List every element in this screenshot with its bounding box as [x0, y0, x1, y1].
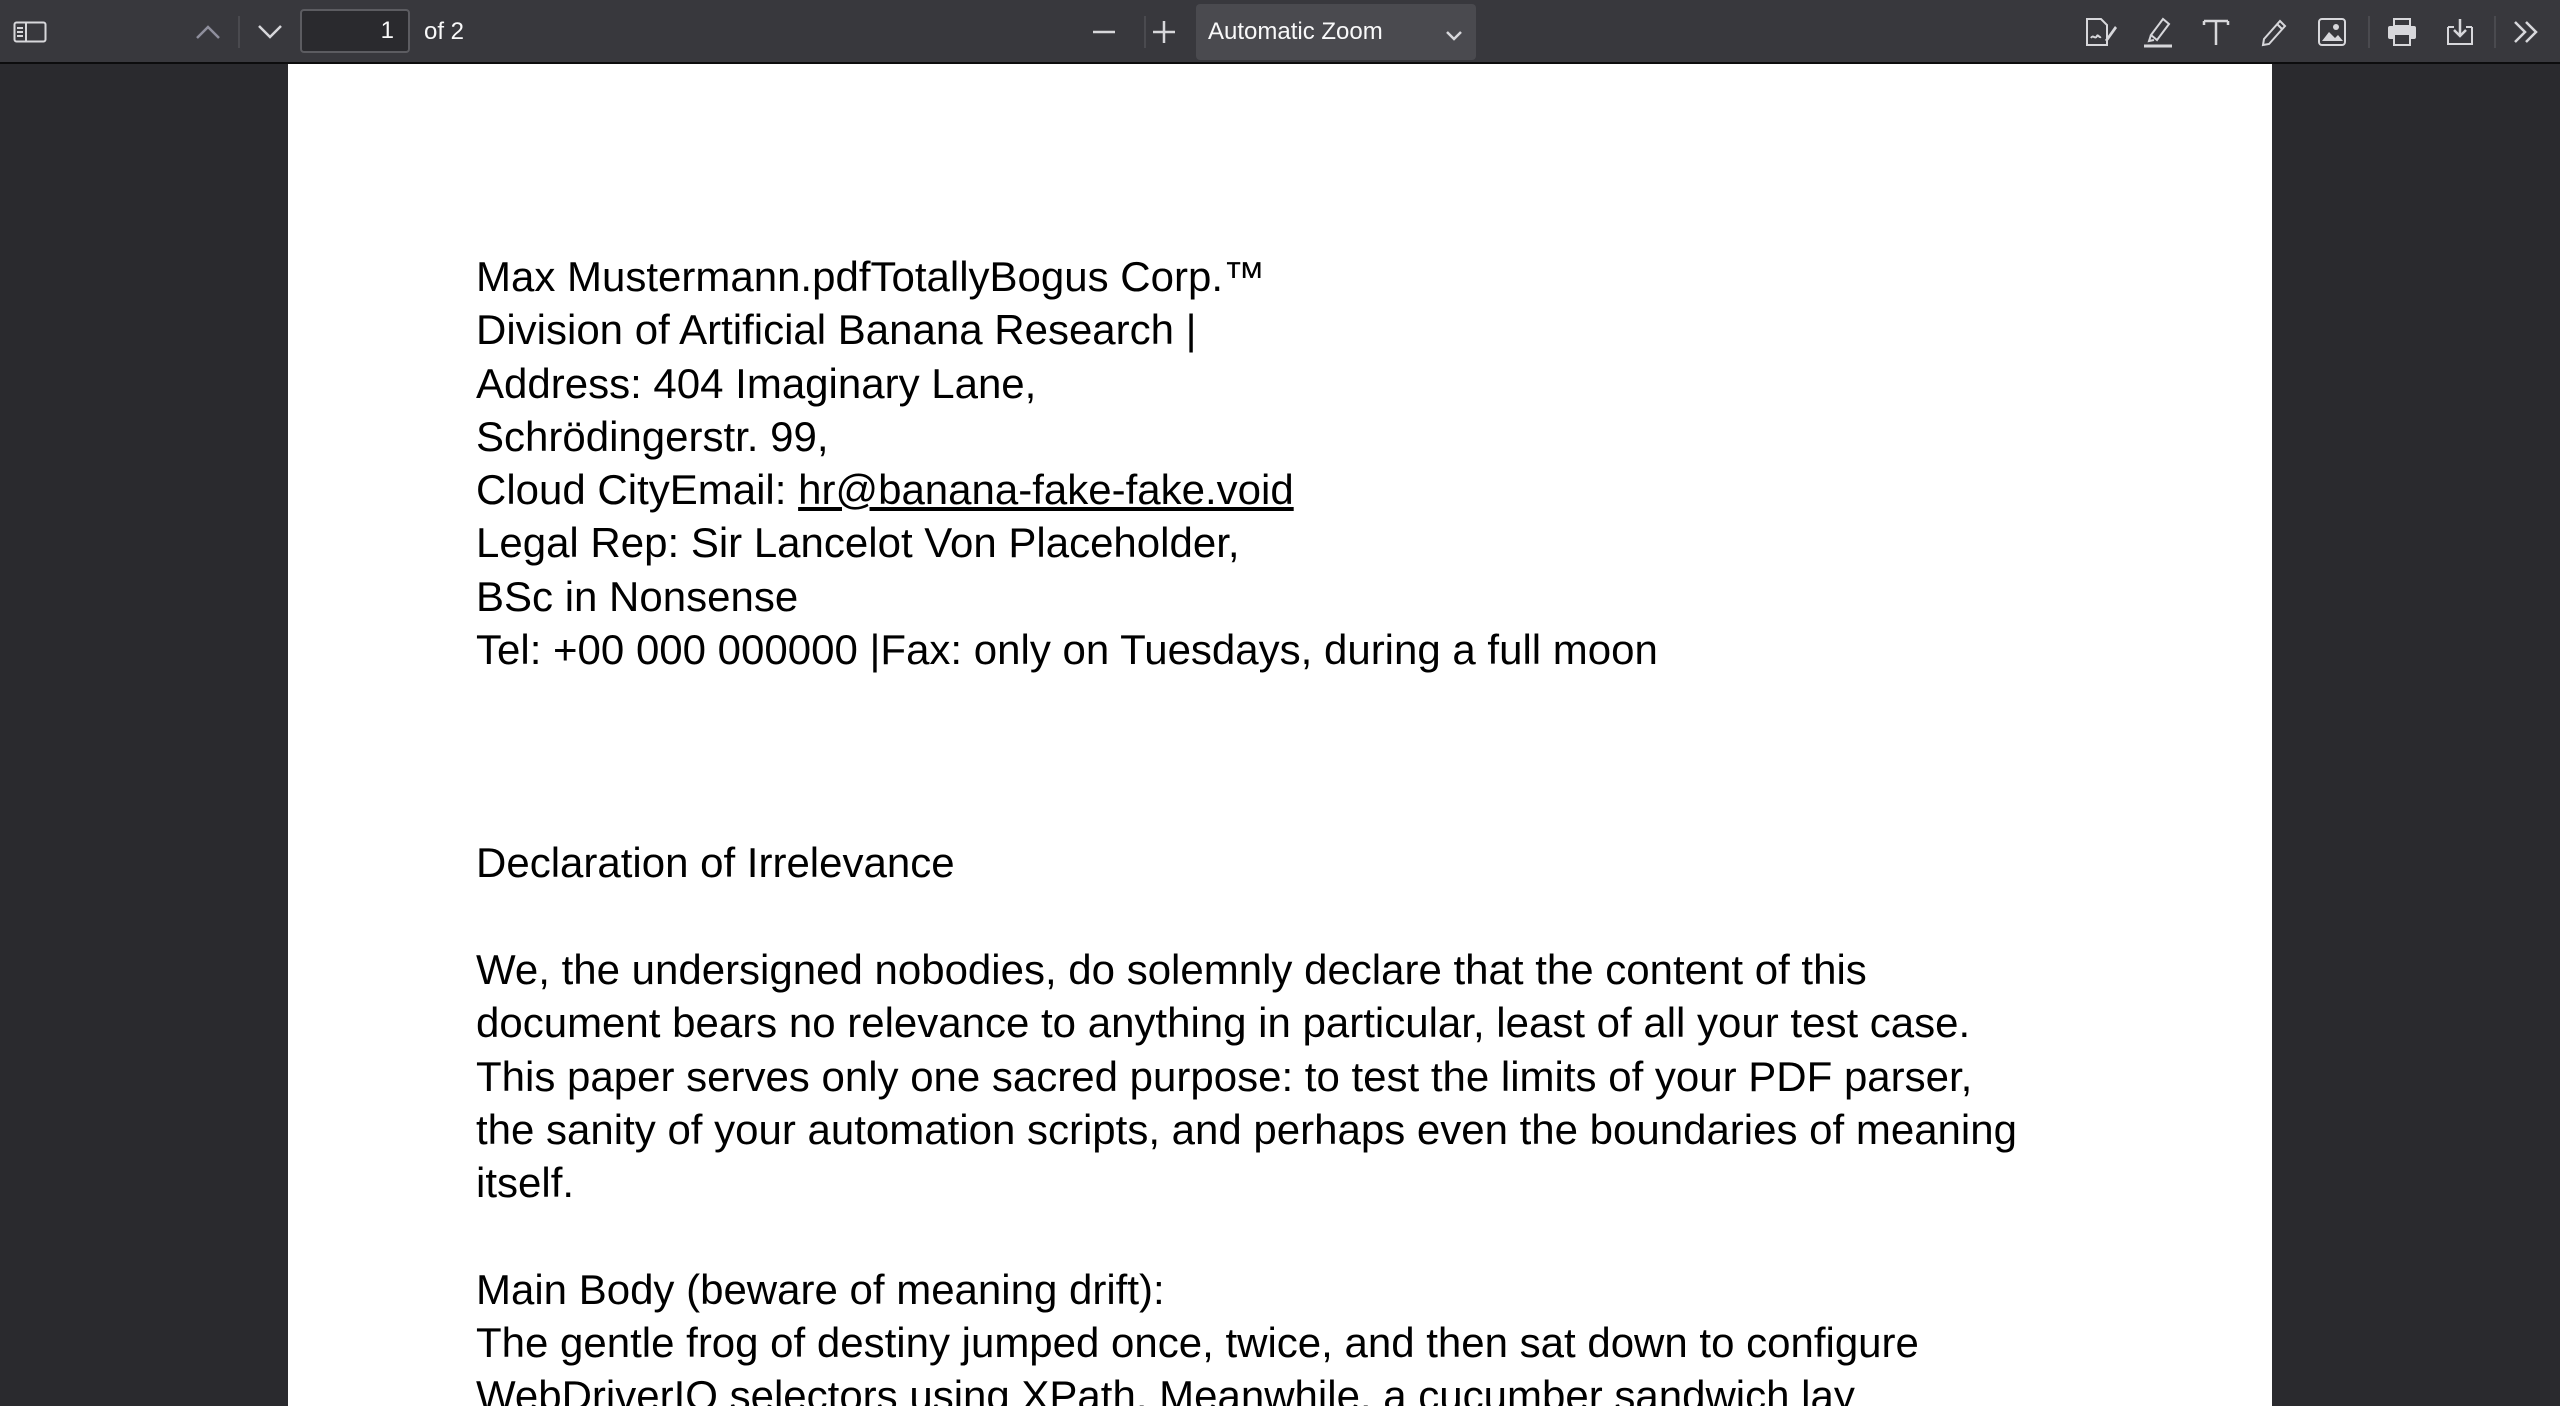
header-line: BSc in Nonsense	[476, 572, 799, 620]
image-icon[interactable]	[2310, 10, 2354, 54]
signature-icon[interactable]	[2078, 10, 2122, 54]
paragraph-line: The gentle frog of destiny jumped once, …	[476, 1319, 1919, 1367]
section-heading: Main Body (beware of meaning drift):	[476, 1265, 1165, 1313]
zoom-select[interactable]: Automatic Zoom	[1196, 4, 1476, 60]
pen-icon[interactable]	[2252, 10, 2296, 54]
header-line: Tel: +00 000 000000 |Fax: only on Tuesda…	[476, 626, 1658, 674]
toolbar-separator	[2368, 16, 2370, 48]
paragraph-line: the sanity of your automation scripts, a…	[476, 1105, 2017, 1153]
document-title: Declaration of Irrelevance	[476, 839, 955, 887]
pdf-page: Max Mustermann.pdfTotallyBogus Corp.™ Di…	[288, 64, 2272, 1406]
minus-icon[interactable]	[1082, 10, 1126, 54]
chevron-down-icon[interactable]	[248, 10, 292, 54]
document-viewer[interactable]: Max Mustermann.pdfTotallyBogus Corp.™ Di…	[0, 64, 2560, 1406]
download-icon[interactable]	[2438, 10, 2482, 54]
text-icon[interactable]	[2194, 10, 2238, 54]
paragraph-line: document bears no relevance to anything …	[476, 999, 1971, 1047]
header-email-line: Cloud CityEmail: hr@banana-fake-fake.voi…	[476, 463, 2176, 516]
header-line: Division of Artificial Banana Research |	[476, 306, 1197, 354]
sidebar-toggle-icon[interactable]	[8, 10, 52, 54]
page-number-input[interactable]	[300, 9, 410, 53]
paragraph-line: This paper serves only one sacred purpos…	[476, 1052, 1973, 1100]
page-count-label: of 2	[424, 18, 465, 45]
toolbar-separator	[238, 16, 240, 48]
double-chevron-right-icon[interactable]	[2504, 10, 2548, 54]
header-line: Address: 404 Imaginary Lane,	[476, 359, 1037, 407]
email-link[interactable]: hr@banana-fake-fake.void	[798, 466, 1294, 513]
header-line: Legal Rep: Sir Lancelot Von Placeholder,	[476, 519, 1240, 567]
paragraph-line: We, the undersigned nobodies, do solemnl…	[476, 945, 1867, 993]
print-icon[interactable]	[2380, 10, 2424, 54]
highlight-icon[interactable]	[2136, 10, 2180, 54]
chevron-up-icon[interactable]	[186, 10, 230, 54]
paragraph-line: itself.	[476, 1159, 575, 1207]
toolbar-separator	[2494, 16, 2496, 48]
plus-icon[interactable]	[1142, 10, 1186, 54]
chevron-down-icon	[1444, 22, 1464, 50]
paragraph-line: WebDriverIO selectors using XPath. Meanw…	[476, 1372, 1855, 1406]
pdf-toolbar: of 2 Automatic Zoom	[0, 0, 2560, 64]
header-line: Schrödingerstr. 99,	[476, 412, 829, 460]
email-prefix: Cloud CityEmail:	[476, 466, 799, 514]
page-text: Max Mustermann.pdfTotallyBogus Corp.™ Di…	[476, 250, 2176, 1406]
zoom-select-value: Automatic Zoom	[1208, 18, 1383, 45]
header-line: Max Mustermann.pdfTotallyBogus Corp.™	[476, 253, 1265, 300]
